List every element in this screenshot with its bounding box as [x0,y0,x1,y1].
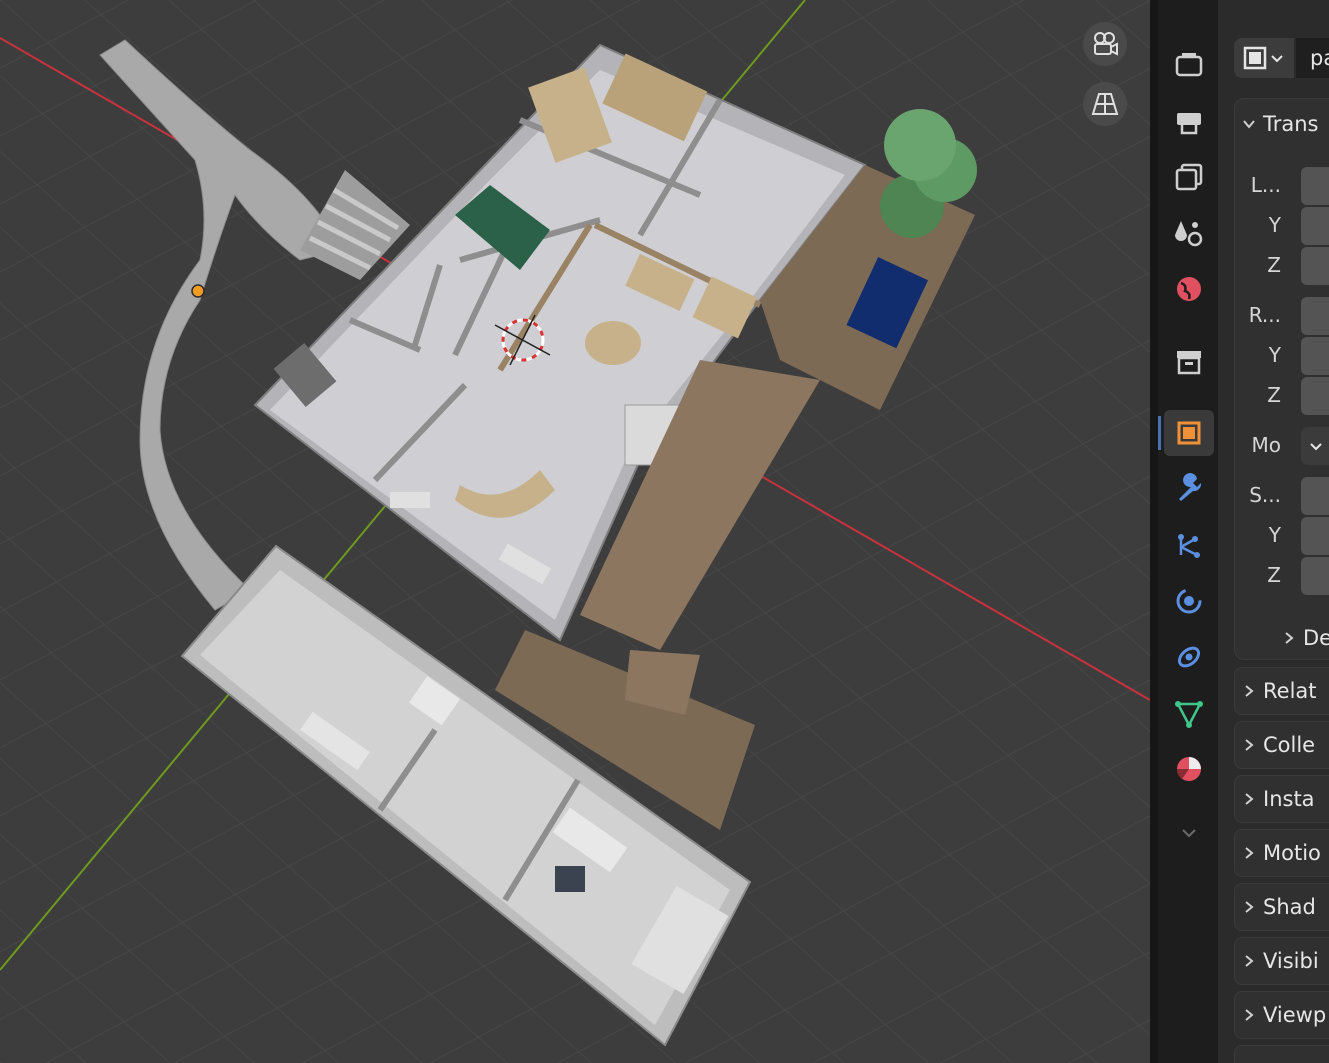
rotation-y-label: Y [1268,343,1281,367]
material-properties-icon [1176,757,1201,781]
physics-properties-icon [1176,588,1202,614]
camera-view-icon [1094,32,1118,56]
rotation-z-label: Z [1267,383,1281,407]
tab-material[interactable] [1164,746,1214,792]
light-origin-marker[interactable] [191,284,205,298]
location-label: L... [1250,173,1281,197]
rotation-mode-dropdown[interactable] [1301,427,1329,465]
section-visibility[interactable]: Visibi [1234,937,1329,985]
tab-more[interactable] [1164,810,1214,856]
chevron-right-icon [1245,955,1254,967]
rotation-y-field[interactable] [1301,337,1329,375]
data-properties-icon [1175,701,1203,728]
section-title: Motio [1263,841,1321,865]
section-title: Shad [1263,895,1316,919]
collection-properties-icon [1177,351,1201,375]
chevron-down-icon [1310,443,1322,451]
object-square-icon [1243,46,1267,70]
delta-transform-title: De [1303,626,1329,650]
world-properties-icon [1177,277,1201,301]
tab-collection[interactable] [1164,339,1214,385]
modifier-properties-icon [1179,473,1202,501]
tab-particles[interactable] [1164,522,1214,568]
location-y-field[interactable] [1301,207,1329,245]
tab-constraints[interactable] [1164,634,1214,680]
transform-header[interactable]: Trans [1235,111,1329,137]
section-title: Viewp [1263,1003,1327,1027]
camera-view-button[interactable] [1083,22,1127,66]
scale-y-field[interactable] [1301,517,1329,555]
section-motion-paths[interactable]: Motio [1234,829,1329,877]
scale-y-label: Y [1268,523,1281,547]
section-viewport-display[interactable]: Viewp [1234,991,1329,1039]
section-title: Relat [1263,679,1317,703]
scale-z-label: Z [1267,563,1281,587]
perspective-grid-icon [1091,93,1119,115]
scale-x-field[interactable] [1301,477,1329,515]
chevron-right-icon [1285,632,1294,644]
object-name-field[interactable]: pa [1296,38,1329,78]
tab-object[interactable] [1158,410,1214,456]
chevron-right-icon [1245,1009,1254,1021]
constraint-properties-icon [1177,646,1201,668]
rotation-z-field[interactable] [1301,377,1329,415]
chevron-down-icon [1271,55,1283,63]
chevron-right-icon [1245,685,1254,697]
tab-modifiers[interactable] [1164,466,1214,512]
delta-transform-header[interactable]: De [1275,625,1329,651]
scene-canvas[interactable] [0,0,1150,1063]
section-title: Colle [1263,733,1316,757]
chevron-down-icon [1243,120,1255,129]
3d-viewport[interactable] [0,0,1150,1063]
view-layer-icon [1175,163,1203,191]
area-divider[interactable] [1150,0,1158,1063]
section-title: Insta [1263,787,1315,811]
section-shading[interactable]: Shad [1234,883,1329,931]
section-relations[interactable]: Relat [1234,667,1329,715]
object-properties-icon [1177,421,1201,445]
transform-panel: Trans L... Y Z R... Y Z Mo S... Y Z De [1234,98,1329,660]
chevron-right-icon [1245,793,1254,805]
location-z-label: Z [1267,253,1281,277]
tab-data[interactable] [1164,690,1214,736]
scale-z-field[interactable] [1301,557,1329,595]
chevron-down-icon [1182,829,1196,838]
object-header: pa [1234,38,1329,78]
location-z-field[interactable] [1301,247,1329,285]
output-properties-icon [1177,113,1201,135]
chevron-right-icon [1245,739,1254,751]
section-title: Visibi [1263,949,1319,973]
rotation-x-field[interactable] [1301,297,1329,335]
tab-scene[interactable] [1164,210,1214,256]
object-type-dropdown[interactable] [1234,38,1294,78]
round-table [585,321,641,365]
particle-properties-icon [1178,534,1200,558]
transform-title: Trans [1263,112,1319,136]
tab-physics[interactable] [1164,578,1214,624]
tab-world[interactable] [1164,266,1214,312]
render-properties-icon [1175,53,1203,77]
chevron-right-icon [1245,901,1254,913]
rotation-mode-label: Mo [1251,433,1282,457]
properties-editor: pa Trans L... Y Z R... Y Z Mo S... Y Z D… [1218,0,1329,1063]
chevron-right-icon [1245,847,1254,859]
perspective-toggle-button[interactable] [1083,82,1127,126]
tab-output[interactable] [1164,98,1214,144]
location-x-field[interactable] [1301,167,1329,205]
section-next[interactable] [1234,1045,1329,1063]
rotation-label: R... [1248,303,1281,327]
section-collections[interactable]: Colle [1234,721,1329,769]
properties-tab-bar [1158,0,1218,1063]
scene-properties-icon [1175,221,1203,247]
tab-render[interactable] [1164,42,1214,88]
section-instancing[interactable]: Insta [1234,775,1329,823]
scale-label: S... [1249,483,1281,507]
tab-view-layer[interactable] [1164,154,1214,200]
location-y-label: Y [1268,213,1281,237]
